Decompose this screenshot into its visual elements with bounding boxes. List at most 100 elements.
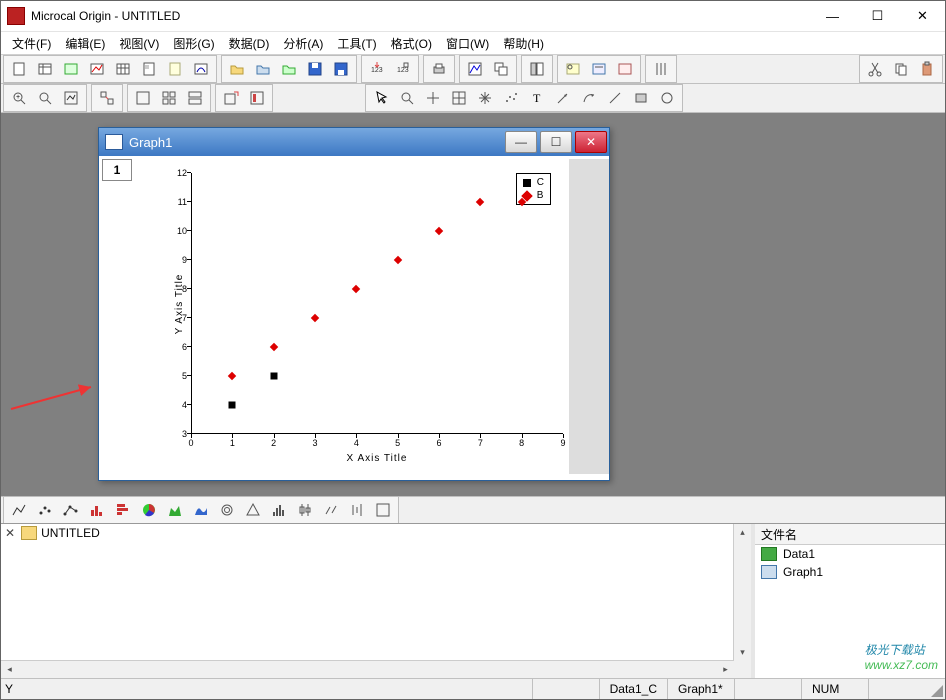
file-list-header[interactable]: 文件名 bbox=[755, 524, 945, 545]
file-list-panel[interactable]: 文件名 Data1 Graph1 bbox=[751, 524, 945, 678]
window-minimize-button[interactable]: — bbox=[810, 1, 855, 31]
area-plot-button[interactable] bbox=[163, 498, 187, 522]
curved-arrow-button[interactable] bbox=[577, 86, 601, 110]
results-log-button[interactable] bbox=[561, 57, 585, 81]
copy-button[interactable] bbox=[889, 57, 913, 81]
open-excel-button[interactable] bbox=[277, 57, 301, 81]
import-ascii-button[interactable]: 123 bbox=[365, 57, 389, 81]
save-template-button[interactable] bbox=[329, 57, 353, 81]
zoom-in-button[interactable]: + bbox=[7, 86, 31, 110]
new-project-button[interactable] bbox=[7, 57, 31, 81]
new-layout-button[interactable] bbox=[137, 57, 161, 81]
window-close-button[interactable]: ✕ bbox=[900, 1, 945, 31]
line-plot-button[interactable] bbox=[7, 498, 31, 522]
rescale-button[interactable] bbox=[59, 86, 83, 110]
duplicate-button[interactable] bbox=[489, 57, 513, 81]
new-matrix-button[interactable] bbox=[111, 57, 135, 81]
data-point[interactable] bbox=[311, 314, 319, 322]
project-root-name[interactable]: UNTITLED bbox=[41, 526, 100, 540]
layer-grid-button[interactable] bbox=[157, 86, 181, 110]
tree-scrollbar-vertical[interactable]: ▴▾ bbox=[733, 524, 751, 661]
save-button[interactable] bbox=[303, 57, 327, 81]
data-point[interactable] bbox=[393, 256, 401, 264]
code-builder-button[interactable] bbox=[613, 57, 637, 81]
file-list-item[interactable]: Data1 bbox=[755, 545, 945, 563]
draw-data-button[interactable] bbox=[499, 86, 523, 110]
import-multiple-ascii-button[interactable]: 123 bbox=[391, 57, 415, 81]
menu-view[interactable]: 视图(V) bbox=[112, 33, 166, 54]
refresh-button[interactable] bbox=[463, 57, 487, 81]
script-window-button[interactable] bbox=[587, 57, 611, 81]
pointer-tool-button[interactable] bbox=[369, 86, 393, 110]
text-tool-button[interactable]: T bbox=[525, 86, 549, 110]
paste-button[interactable] bbox=[915, 57, 939, 81]
menu-format[interactable]: 格式(O) bbox=[384, 33, 439, 54]
cut-button[interactable] bbox=[863, 57, 887, 81]
arrow-tool-button[interactable] bbox=[551, 86, 575, 110]
graph-window-titlebar[interactable]: Graph1 — ☐ ✕ bbox=[99, 128, 609, 156]
project-tree-panel[interactable]: ✕ UNTITLED ▴▾ ◂▸ bbox=[1, 524, 751, 678]
scatter-plot-button[interactable] bbox=[33, 498, 57, 522]
box-plot-button[interactable] bbox=[293, 498, 317, 522]
mask-tool-button[interactable] bbox=[473, 86, 497, 110]
graph-minimize-button[interactable]: — bbox=[505, 131, 537, 153]
tree-scrollbar-horizontal[interactable]: ◂▸ bbox=[1, 660, 734, 678]
new-excel-button[interactable] bbox=[59, 57, 83, 81]
graph-close-button[interactable]: ✕ bbox=[575, 131, 607, 153]
resize-grip-icon[interactable] bbox=[929, 683, 943, 697]
add-column-button[interactable] bbox=[649, 57, 673, 81]
extract-layers-button[interactable] bbox=[95, 86, 119, 110]
pie-plot-button[interactable] bbox=[137, 498, 161, 522]
menu-window[interactable]: 窗口(W) bbox=[439, 33, 496, 54]
plot-area[interactable]: X Axis Title Y Axis Title C B 0123456789… bbox=[135, 159, 569, 474]
circle-tool-button[interactable] bbox=[655, 86, 679, 110]
menu-file[interactable]: 文件(F) bbox=[5, 33, 58, 54]
data-reader-button[interactable] bbox=[421, 86, 445, 110]
bar-plot-button[interactable] bbox=[111, 498, 135, 522]
graph-page-tab[interactable]: 1 bbox=[102, 159, 132, 181]
ternary-plot-button[interactable] bbox=[241, 498, 265, 522]
data-point[interactable] bbox=[229, 402, 236, 409]
menu-data[interactable]: 数据(D) bbox=[222, 33, 277, 54]
menu-tools[interactable]: 工具(T) bbox=[330, 33, 383, 54]
pin-icon[interactable]: ✕ bbox=[5, 526, 15, 540]
hist-plot-button[interactable] bbox=[267, 498, 291, 522]
data-point[interactable] bbox=[228, 372, 236, 380]
print-button[interactable] bbox=[427, 57, 451, 81]
data-point[interactable] bbox=[269, 343, 277, 351]
graph-window[interactable]: Graph1 — ☐ ✕ 1 X Axis Title Y Axis Title bbox=[98, 127, 610, 481]
screen-reader-button[interactable] bbox=[395, 86, 419, 110]
layer-vert-button[interactable] bbox=[183, 86, 207, 110]
data-point[interactable] bbox=[435, 227, 443, 235]
line-tool-button[interactable] bbox=[603, 86, 627, 110]
menu-edit[interactable]: 编辑(E) bbox=[58, 33, 112, 54]
template-plot-button[interactable] bbox=[371, 498, 395, 522]
fill-area-plot-button[interactable] bbox=[189, 498, 213, 522]
window-maximize-button[interactable]: ☐ bbox=[855, 1, 900, 31]
menu-graph[interactable]: 图形(G) bbox=[166, 33, 221, 54]
open-button[interactable] bbox=[225, 57, 249, 81]
data-point[interactable] bbox=[476, 198, 484, 206]
rectangle-tool-button[interactable] bbox=[629, 86, 653, 110]
new-function-button[interactable] bbox=[189, 57, 213, 81]
new-notes-button[interactable] bbox=[163, 57, 187, 81]
new-graph-button[interactable] bbox=[85, 57, 109, 81]
zoom-out-button[interactable] bbox=[33, 86, 57, 110]
vector-plot-button[interactable] bbox=[319, 498, 343, 522]
y-axis-title[interactable]: Y Axis Title bbox=[174, 273, 185, 334]
open-template-button[interactable] bbox=[251, 57, 275, 81]
polar-plot-button[interactable] bbox=[215, 498, 239, 522]
layer-1-button[interactable] bbox=[131, 86, 155, 110]
new-worksheet-button[interactable] bbox=[33, 57, 57, 81]
menu-analysis[interactable]: 分析(A) bbox=[276, 33, 330, 54]
graph-maximize-button[interactable]: ☐ bbox=[540, 131, 572, 153]
data-point[interactable] bbox=[352, 285, 360, 293]
add-color-scale-button[interactable] bbox=[245, 86, 269, 110]
column-plot-button[interactable] bbox=[85, 498, 109, 522]
project-explorer-button[interactable] bbox=[525, 57, 549, 81]
file-list-item[interactable]: Graph1 bbox=[755, 563, 945, 581]
data-point[interactable] bbox=[270, 373, 277, 380]
menu-help[interactable]: 帮助(H) bbox=[496, 33, 551, 54]
data-selector-button[interactable] bbox=[447, 86, 471, 110]
x-axis-title[interactable]: X Axis Title bbox=[347, 453, 408, 464]
